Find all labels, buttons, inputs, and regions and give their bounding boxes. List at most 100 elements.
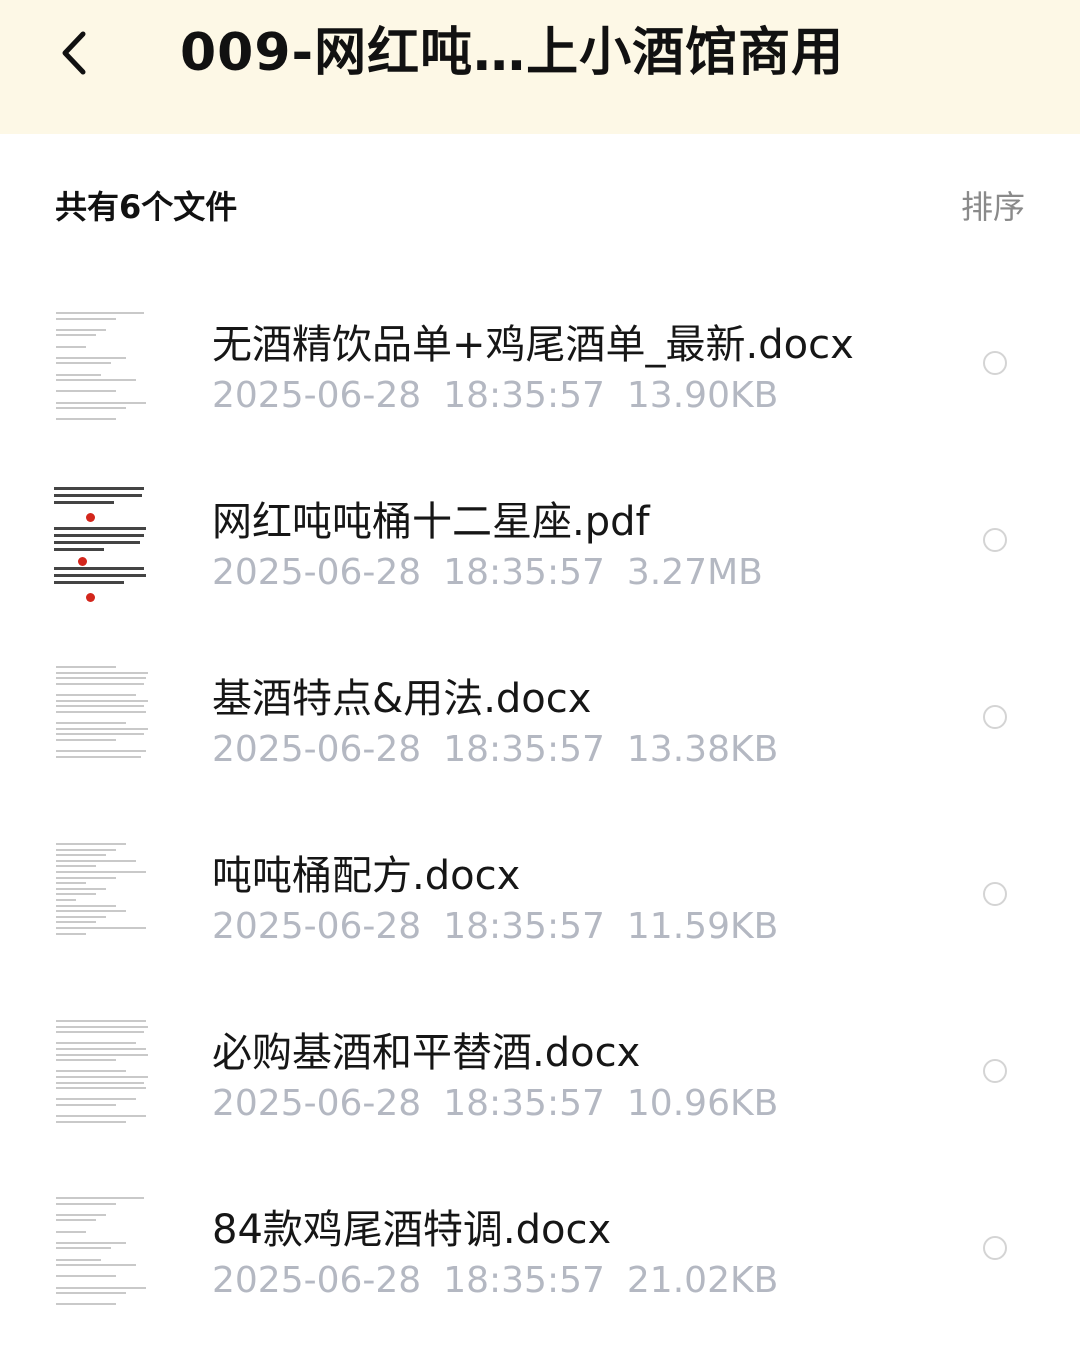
file-thumbnail <box>52 483 148 603</box>
thumbnail-text-line <box>56 1258 101 1261</box>
thumbnail-text-line <box>56 379 136 382</box>
file-date: 2025-06-28 <box>212 552 422 593</box>
thumbnail-text-line <box>56 1264 136 1267</box>
thumbnail-text-line <box>56 910 126 913</box>
thumbnail-text-line <box>56 1048 146 1050</box>
thumbnail-text-line <box>54 567 144 570</box>
thumbnail-text-line <box>56 859 136 862</box>
thumbnail-text-line <box>56 345 86 348</box>
thumbnail-text-line <box>56 334 96 337</box>
thumbnail-text-line <box>56 1042 136 1045</box>
sort-button[interactable]: 排序 <box>961 185 1025 229</box>
thumbnail-text-line <box>56 418 116 421</box>
file-thumbnail <box>52 306 148 426</box>
select-radio[interactable] <box>983 882 1007 906</box>
thumbnail-text-line <box>56 1275 116 1278</box>
file-name: 基酒特点&用法.docx <box>212 676 592 722</box>
select-radio[interactable] <box>983 1236 1007 1260</box>
thumbnail-text-line <box>56 1076 148 1078</box>
file-date: 2025-06-28 <box>212 906 422 947</box>
thumbnail-text-line <box>56 1081 144 1084</box>
file-size: 13.38KB <box>626 729 779 770</box>
thumbnail-text-line <box>56 699 148 702</box>
file-meta: 2025-06-28 18:35:57 3.27MB <box>212 551 785 595</box>
thumbnail-text-line <box>56 722 126 724</box>
file-row[interactable]: 无酒精饮品单+鸡尾酒单_最新.docx 2025-06-28 18:35:57 13… <box>0 280 1080 457</box>
select-radio[interactable] <box>983 705 1007 729</box>
thumbnail-text-line <box>56 710 146 713</box>
select-radio[interactable] <box>983 351 1007 375</box>
thumbnail-text-line <box>56 887 106 890</box>
file-size: 10.96KB <box>626 1083 779 1124</box>
file-row[interactable]: 84款鸡尾酒特调.docx 2025-06-28 18:35:57 21.02KB <box>0 1165 1080 1342</box>
thumbnail-text-line <box>56 705 144 708</box>
thumbnail-text-line <box>54 501 114 504</box>
thumbnail-text-line <box>56 1292 126 1295</box>
file-size: 21.02KB <box>626 1260 779 1301</box>
page-title: 009-网红吨…上小酒馆商用 <box>180 23 845 83</box>
thumbnail-text-line <box>56 1020 146 1022</box>
thumbnail-text-line <box>56 755 141 758</box>
back-button[interactable] <box>40 18 110 88</box>
file-name: 吨吨桶配方.docx <box>212 853 521 899</box>
thumbnail-text-line <box>56 871 146 873</box>
thumbnail-text-line <box>56 843 126 845</box>
thumbnail-text-line <box>56 1303 116 1306</box>
file-thumbnail <box>52 660 148 780</box>
file-thumbnail <box>52 837 148 957</box>
thumbnail-dot <box>86 593 95 602</box>
file-row[interactable]: 吨吨桶配方.docx 2025-06-28 18:35:57 11.59KB <box>0 811 1080 988</box>
thumbnail-text-line <box>56 356 126 359</box>
file-row[interactable]: 网红吨吨桶十二星座.pdf 2025-06-28 18:35:57 3.27MB <box>0 457 1080 634</box>
thumbnail-text-line <box>56 677 146 680</box>
select-radio[interactable] <box>983 1059 1007 1083</box>
thumbnail-text-line <box>56 682 144 685</box>
chevron-left-icon <box>62 31 86 75</box>
thumbnail-text-line <box>56 666 116 668</box>
thumbnail-text-line <box>56 733 144 736</box>
thumbnail-text-line <box>56 932 86 935</box>
thumbnail-text-line <box>56 921 96 924</box>
thumbnail-dot <box>86 513 95 522</box>
thumbnail-text-line <box>56 915 106 918</box>
thumbnail-text-line <box>54 494 142 497</box>
file-row[interactable]: 必购基酒和平替酒.docx 2025-06-28 18:35:57 10.96KB <box>0 988 1080 1165</box>
thumbnail-text-line <box>54 548 104 551</box>
thumbnail-text-line <box>56 882 86 885</box>
file-name: 必购基酒和平替酒.docx <box>212 1030 641 1076</box>
thumbnail-text-line <box>56 750 146 752</box>
thumbnail-text-line <box>56 1219 96 1222</box>
file-time: 18:35:57 <box>443 375 605 416</box>
file-list: 无酒精饮品单+鸡尾酒单_最新.docx 2025-06-28 18:35:57 13… <box>0 280 1080 1342</box>
thumbnail-text-line <box>56 362 111 365</box>
thumbnail-text-line <box>56 312 144 314</box>
thumbnail-text-line <box>56 1104 116 1106</box>
thumbnail-text-line <box>56 927 146 929</box>
file-time: 18:35:57 <box>443 729 605 770</box>
thumbnail-text-line <box>56 317 116 320</box>
thumbnail-text-line <box>56 1197 144 1199</box>
file-time: 18:35:57 <box>443 1083 605 1124</box>
thumbnail-text-line <box>56 1087 146 1090</box>
file-row[interactable]: 基酒特点&用法.docx 2025-06-28 18:35:57 13.38KB <box>0 634 1080 811</box>
file-size: 11.59KB <box>626 906 779 947</box>
file-thumbnail <box>52 1191 148 1311</box>
select-radio[interactable] <box>983 528 1007 552</box>
thumbnail-text-line <box>56 1213 106 1216</box>
thumbnail-text-line <box>56 1025 148 1028</box>
file-count-label: 共有6个文件 <box>55 188 238 226</box>
file-size: 13.90KB <box>626 375 779 416</box>
file-time: 18:35:57 <box>443 906 605 947</box>
thumbnail-text-line <box>56 1053 148 1056</box>
thumbnail-text-line <box>54 581 124 584</box>
thumbnail-text-line <box>56 904 116 907</box>
thumbnail-text-line <box>56 401 146 404</box>
file-date: 2025-06-28 <box>212 1260 422 1301</box>
file-size: 3.27MB <box>626 552 763 593</box>
thumbnail-text-line <box>56 727 148 730</box>
file-time: 18:35:57 <box>443 552 605 593</box>
file-name: 无酒精饮品单+鸡尾酒单_最新.docx <box>212 322 854 368</box>
file-name: 网红吨吨桶十二星座.pdf <box>212 499 650 545</box>
thumbnail-text-line <box>56 1202 116 1205</box>
thumbnail-text-line <box>56 1230 86 1233</box>
